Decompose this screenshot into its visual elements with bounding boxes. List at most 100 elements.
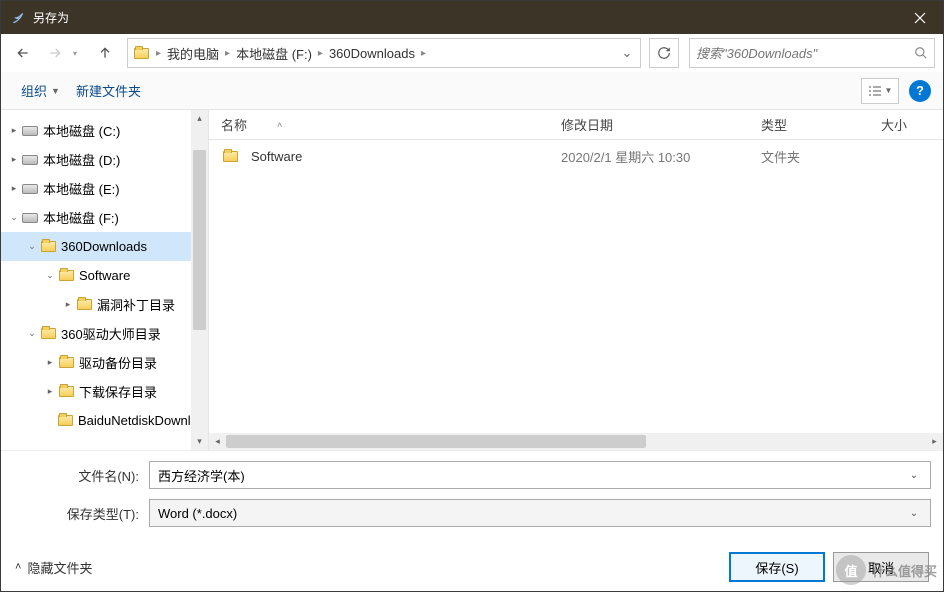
close-button[interactable] xyxy=(897,1,943,34)
scroll-right-icon[interactable]: ▸ xyxy=(926,436,943,447)
tree-node-baidu[interactable]: BaiduNetdiskDownload xyxy=(1,406,208,435)
drive-icon xyxy=(21,210,39,226)
filename-dropdown[interactable]: ⌄ xyxy=(906,470,922,481)
collapse-icon[interactable]: ⌄ xyxy=(25,241,39,252)
nav-back-button[interactable] xyxy=(9,39,37,67)
expand-icon[interactable]: ▸ xyxy=(7,154,21,165)
hide-folders-button[interactable]: ˄ 隐藏文件夹 xyxy=(15,558,92,577)
window-title: 另存为 xyxy=(33,9,897,26)
scrollbar-track[interactable] xyxy=(226,433,926,450)
save-form: 文件名(N): ⌄ 保存类型(T): Word (*.docx) ⌄ xyxy=(1,450,943,543)
drive-icon xyxy=(21,123,39,139)
app-icon xyxy=(11,11,25,25)
view-options-button[interactable]: ▼ xyxy=(861,78,899,104)
scroll-up-icon[interactable]: ▴ xyxy=(191,110,208,127)
folder-icon xyxy=(57,413,74,429)
toolbar: 组织▼ 新建文件夹 ▼ ? xyxy=(1,72,943,110)
tree-node-software[interactable]: ⌄Software xyxy=(1,261,208,290)
filetype-dropdown[interactable]: ⌄ xyxy=(906,508,922,519)
address-bar[interactable]: ▸ 我的电脑 ▸ 本地磁盘 (F:) ▸ 360Downloads ▸ ⌄ xyxy=(127,38,641,68)
tree-node-patch[interactable]: ▸漏洞补丁目录 xyxy=(1,290,208,319)
filetype-label: 保存类型(T): xyxy=(13,504,149,523)
chevron-right-icon: ▸ xyxy=(316,48,325,59)
breadcrumb-segment[interactable]: 我的电脑 xyxy=(163,39,223,67)
folder-icon xyxy=(57,384,75,400)
expand-icon[interactable]: ▸ xyxy=(43,357,57,368)
filetype-value: Word (*.docx) xyxy=(158,506,906,521)
column-name[interactable]: 名称˄ xyxy=(209,115,549,134)
save-button[interactable]: 保存(S) xyxy=(729,552,825,582)
new-folder-button[interactable]: 新建文件夹 xyxy=(68,77,149,104)
tree-scrollbar[interactable]: ▴ ▾ xyxy=(191,110,208,450)
breadcrumb-segment[interactable]: 360Downloads xyxy=(325,39,419,67)
breadcrumb-segment[interactable]: 本地磁盘 (F:) xyxy=(232,39,316,67)
scrollbar-thumb[interactable] xyxy=(193,150,206,330)
cancel-button[interactable]: 取消 xyxy=(833,552,929,582)
filename-field[interactable]: ⌄ xyxy=(149,461,931,489)
search-input[interactable] xyxy=(696,46,914,61)
nav-up-button[interactable] xyxy=(91,39,119,67)
folder-icon xyxy=(132,45,150,61)
filename-label: 文件名(N): xyxy=(13,466,149,485)
tree-node-drive-d[interactable]: ▸本地磁盘 (D:) xyxy=(1,145,208,174)
tree-node-drive-c[interactable]: ▸本地磁盘 (C:) xyxy=(1,116,208,145)
chevron-up-icon: ˄ xyxy=(15,561,21,573)
sort-indicator-icon: ˄ xyxy=(277,120,282,130)
tree-node-360driver[interactable]: ⌄360驱动大师目录 xyxy=(1,319,208,348)
column-date[interactable]: 修改日期 xyxy=(549,115,749,134)
folder-icon xyxy=(221,148,239,164)
horizontal-scrollbar[interactable]: ◂ ▸ xyxy=(209,433,943,450)
folder-icon xyxy=(39,239,57,255)
chevron-right-icon: ▸ xyxy=(223,48,232,59)
drive-icon xyxy=(21,152,39,168)
dialog-footer: ˄ 隐藏文件夹 保存(S) 取消 值 什么值得买 xyxy=(1,543,943,591)
file-row[interactable]: Software 2020/2/1 星期六 10:30 文件夹 xyxy=(209,140,943,172)
close-icon xyxy=(914,12,926,24)
collapse-icon[interactable]: ⌄ xyxy=(7,212,21,223)
organize-button[interactable]: 组织▼ xyxy=(13,77,68,104)
refresh-icon xyxy=(657,46,671,60)
nav-row: ▾ ▸ 我的电脑 ▸ 本地磁盘 (F:) ▸ 360Downloads ▸ ⌄ xyxy=(1,34,943,72)
folder-icon xyxy=(75,297,93,313)
folder-tree: ▸本地磁盘 (C:) ▸本地磁盘 (D:) ▸本地磁盘 (E:) ⌄本地磁盘 (… xyxy=(1,110,209,450)
tree-node-360downloads[interactable]: ⌄360Downloads xyxy=(1,232,208,261)
address-dropdown[interactable]: ⌄ xyxy=(618,45,636,61)
view-icon xyxy=(868,85,882,97)
column-size[interactable]: 大小 xyxy=(869,115,943,134)
filename-input[interactable] xyxy=(158,468,906,483)
chevron-right-icon: ▸ xyxy=(154,48,163,59)
column-type[interactable]: 类型 xyxy=(749,115,869,134)
scroll-left-icon[interactable]: ◂ xyxy=(209,436,226,447)
file-list-panel: 名称˄ 修改日期 类型 大小 Software 2020/2/1 星期六 10:… xyxy=(209,110,943,450)
collapse-icon[interactable]: ⌄ xyxy=(43,270,57,281)
folder-icon xyxy=(57,268,75,284)
titlebar: 另存为 xyxy=(1,1,943,34)
expand-icon[interactable]: ▸ xyxy=(61,299,75,310)
chevron-right-icon: ▸ xyxy=(419,48,428,59)
collapse-icon[interactable]: ⌄ xyxy=(25,328,39,339)
folder-icon xyxy=(39,326,57,342)
help-button[interactable]: ? xyxy=(909,80,931,102)
tree-node-drive-e[interactable]: ▸本地磁盘 (E:) xyxy=(1,174,208,203)
folder-icon xyxy=(57,355,75,371)
refresh-button[interactable] xyxy=(649,38,679,68)
tree-node-driverbackup[interactable]: ▸驱动备份目录 xyxy=(1,348,208,377)
search-box[interactable] xyxy=(689,38,935,68)
tree-node-dlsave[interactable]: ▸下载保存目录 xyxy=(1,377,208,406)
expand-icon[interactable]: ▸ xyxy=(7,183,21,194)
nav-history-dropdown[interactable]: ▾ xyxy=(73,49,87,58)
file-list: Software 2020/2/1 星期六 10:30 文件夹 xyxy=(209,140,943,433)
search-icon xyxy=(914,46,928,60)
arrow-right-icon xyxy=(47,45,63,61)
nav-forward-button[interactable] xyxy=(41,39,69,67)
scroll-down-icon[interactable]: ▾ xyxy=(191,433,208,450)
filetype-field[interactable]: Word (*.docx) ⌄ xyxy=(149,499,931,527)
scrollbar-thumb[interactable] xyxy=(226,435,646,448)
expand-icon[interactable]: ▸ xyxy=(7,125,21,136)
expand-icon[interactable]: ▸ xyxy=(43,386,57,397)
arrow-up-icon xyxy=(97,45,113,61)
column-headers: 名称˄ 修改日期 类型 大小 xyxy=(209,110,943,140)
tree-node-drive-f[interactable]: ⌄本地磁盘 (F:) xyxy=(1,203,208,232)
drive-icon xyxy=(21,181,39,197)
arrow-left-icon xyxy=(15,45,31,61)
